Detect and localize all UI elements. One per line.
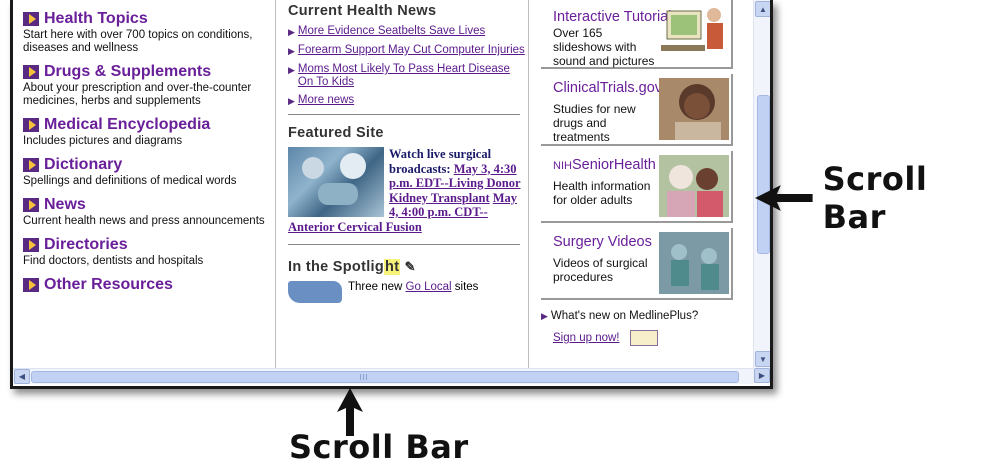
bullet-icon: ▶ <box>288 27 295 37</box>
topic-title[interactable]: Health Topics <box>44 10 148 28</box>
horizontal-scrollbar[interactable]: ◀ <box>13 368 753 384</box>
scroll-left-button[interactable]: ◀ <box>14 369 30 384</box>
topic-health-topics[interactable]: Health Topics Start here with over 700 t… <box>23 10 269 55</box>
card-interactive-tutorials[interactable]: Interactive Tutorials Over 165 slideshow… <box>541 0 733 69</box>
card-desc: Videos of surgical procedures <box>553 256 648 284</box>
arrow-icon <box>23 12 39 26</box>
topic-title[interactable]: News <box>44 196 86 214</box>
arrow-icon <box>23 198 39 212</box>
topics-column: Health Topics Start here with over 700 t… <box>23 10 269 302</box>
card-clinical-trials[interactable]: ClinicalTrials.gov Studies for new drugs… <box>541 74 733 146</box>
topic-title[interactable]: Directories <box>44 236 128 254</box>
annotation-bottom: Scroll Bar <box>289 388 469 468</box>
us-map-icon <box>288 281 342 303</box>
more-news-link[interactable]: More news <box>298 94 354 108</box>
card-title[interactable]: Surgery Videos <box>553 234 652 250</box>
spotlight-text: Three new <box>348 281 403 293</box>
news-link[interactable]: Moms Most Likely To Pass Heart Disease O… <box>298 63 528 89</box>
topic-desc: Spellings and definitions of medical wor… <box>23 175 237 187</box>
woman-photo <box>659 78 729 140</box>
annotation-right: Scroll Bar <box>755 160 1001 236</box>
featured-site: Watch live surgical broadcasts: May 3, 4… <box>288 147 528 234</box>
spotlight-heading-highlight: ht <box>384 259 401 275</box>
bullet-icon: ▶ <box>288 65 295 75</box>
topic-desc: Find doctors, dentists and hospitals <box>23 255 204 267</box>
arrow-icon <box>23 238 39 252</box>
bullet-icon: ▶ <box>288 96 295 106</box>
news-item[interactable]: ▶ Forearm Support May Cut Computer Injuri… <box>288 44 528 58</box>
card-desc: Studies for new drugs and treatments <box>553 102 636 144</box>
spotlight-text-2: sites <box>454 281 479 293</box>
scroll-corner: ▶ <box>753 368 770 383</box>
topic-news[interactable]: News Current health news and press annou… <box>23 196 269 228</box>
card-desc: Health information for older adults <box>553 179 651 207</box>
annotation-label: Scroll Bar <box>822 160 928 236</box>
scroll-right-button[interactable]: ▶ <box>754 368 770 383</box>
features-column: Interactive Tutorials Over 165 slideshow… <box>533 0 743 346</box>
arrow-icon <box>23 158 39 172</box>
news-item[interactable]: ▶ Moms Most Likely To Pass Heart Disease … <box>288 63 528 89</box>
topic-title[interactable]: Other Resources <box>44 276 173 294</box>
bullet-icon: ▶ <box>541 311 548 321</box>
topic-desc: Start here with over 700 topics on condi… <box>23 29 253 54</box>
topic-title[interactable]: Medical Encyclopedia <box>44 116 210 134</box>
topic-medical-encyclopedia[interactable]: Medical Encyclopedia Includes pictures a… <box>23 116 269 148</box>
divider <box>288 114 520 115</box>
news-heading: Current Health News <box>288 3 437 19</box>
card-surgery-videos[interactable]: Surgery Videos Videos of surgical proced… <box>541 228 733 300</box>
news-column: Current Health News ▶ More Evidence Seatb… <box>275 0 529 368</box>
news-link[interactable]: More Evidence Seatbelts Save Lives <box>298 25 485 39</box>
card-nih-senior-health[interactable]: NIHSeniorHealth Health information for o… <box>541 151 733 223</box>
signup-link[interactable]: Sign up now! <box>553 332 620 344</box>
spotlight-heading-text: In the Spotlig <box>288 259 385 275</box>
surgery-video-photo <box>659 232 729 294</box>
topic-desc: Includes pictures and diagrams <box>23 135 183 147</box>
news-link[interactable]: Forearm Support May Cut Computer Injurie… <box>298 44 525 58</box>
topic-dictionary[interactable]: Dictionary Spellings and definitions of … <box>23 156 269 188</box>
seniors-photo <box>659 155 729 217</box>
horizontal-scroll-thumb[interactable] <box>31 371 739 383</box>
topic-desc: Current health news and press announceme… <box>23 215 265 227</box>
browser-viewport: Health Topics Start here with over 700 t… <box>13 0 753 368</box>
bullet-icon: ▶ <box>288 46 295 56</box>
topic-drugs-supplements[interactable]: Drugs & Supplements About your prescript… <box>23 63 269 108</box>
arrow-icon <box>23 65 39 79</box>
arrow-icon <box>23 118 39 132</box>
signup-item[interactable]: Sign up now! <box>553 330 743 346</box>
tutorial-illustration <box>661 8 723 51</box>
topic-desc: About your prescription and over-the-cou… <box>23 82 252 107</box>
arrow-left-icon <box>755 185 813 211</box>
annotation-label: Scroll Bar <box>289 428 469 466</box>
surgery-photo[interactable] <box>288 147 384 217</box>
divider <box>288 244 520 245</box>
envelope-icon <box>629 330 658 346</box>
news-item[interactable]: ▶ More Evidence Seatbelts Save Lives <box>288 25 528 39</box>
pencil-icon: ✎ <box>404 259 416 274</box>
topic-title[interactable]: Dictionary <box>44 156 122 174</box>
whats-new-text[interactable]: What's new on MedlinePlus? <box>551 310 698 322</box>
card-title-group[interactable]: NIHSeniorHealth <box>553 157 656 173</box>
card-title[interactable]: SeniorHealth <box>572 157 656 173</box>
spotlight-heading: In the Spotlight ✎ <box>288 259 528 275</box>
scroll-up-button[interactable]: ▲ <box>755 1 770 17</box>
spotlight-item: Three new Go Local sites <box>288 281 528 303</box>
scroll-grip <box>360 374 369 380</box>
scroll-down-button[interactable]: ▼ <box>755 351 770 367</box>
arrow-icon <box>23 278 39 292</box>
topic-title[interactable]: Drugs & Supplements <box>44 63 211 81</box>
card-title[interactable]: ClinicalTrials.gov <box>553 80 662 96</box>
more-news[interactable]: ▶ More news <box>288 94 528 108</box>
whats-new-item[interactable]: ▶ What's new on MedlinePlus? <box>541 310 743 322</box>
topic-directories[interactable]: Directories Find doctors, dentists and h… <box>23 236 269 268</box>
nih-prefix: NIH <box>553 160 572 172</box>
featured-heading: Featured Site <box>288 125 384 141</box>
screenshot-frame: Health Topics Start here with over 700 t… <box>10 0 773 389</box>
go-local-link[interactable]: Go Local <box>406 281 452 293</box>
topic-other-resources[interactable]: Other Resources <box>23 276 269 294</box>
card-desc: Over 165 slideshows with sound and pictu… <box>553 26 655 68</box>
